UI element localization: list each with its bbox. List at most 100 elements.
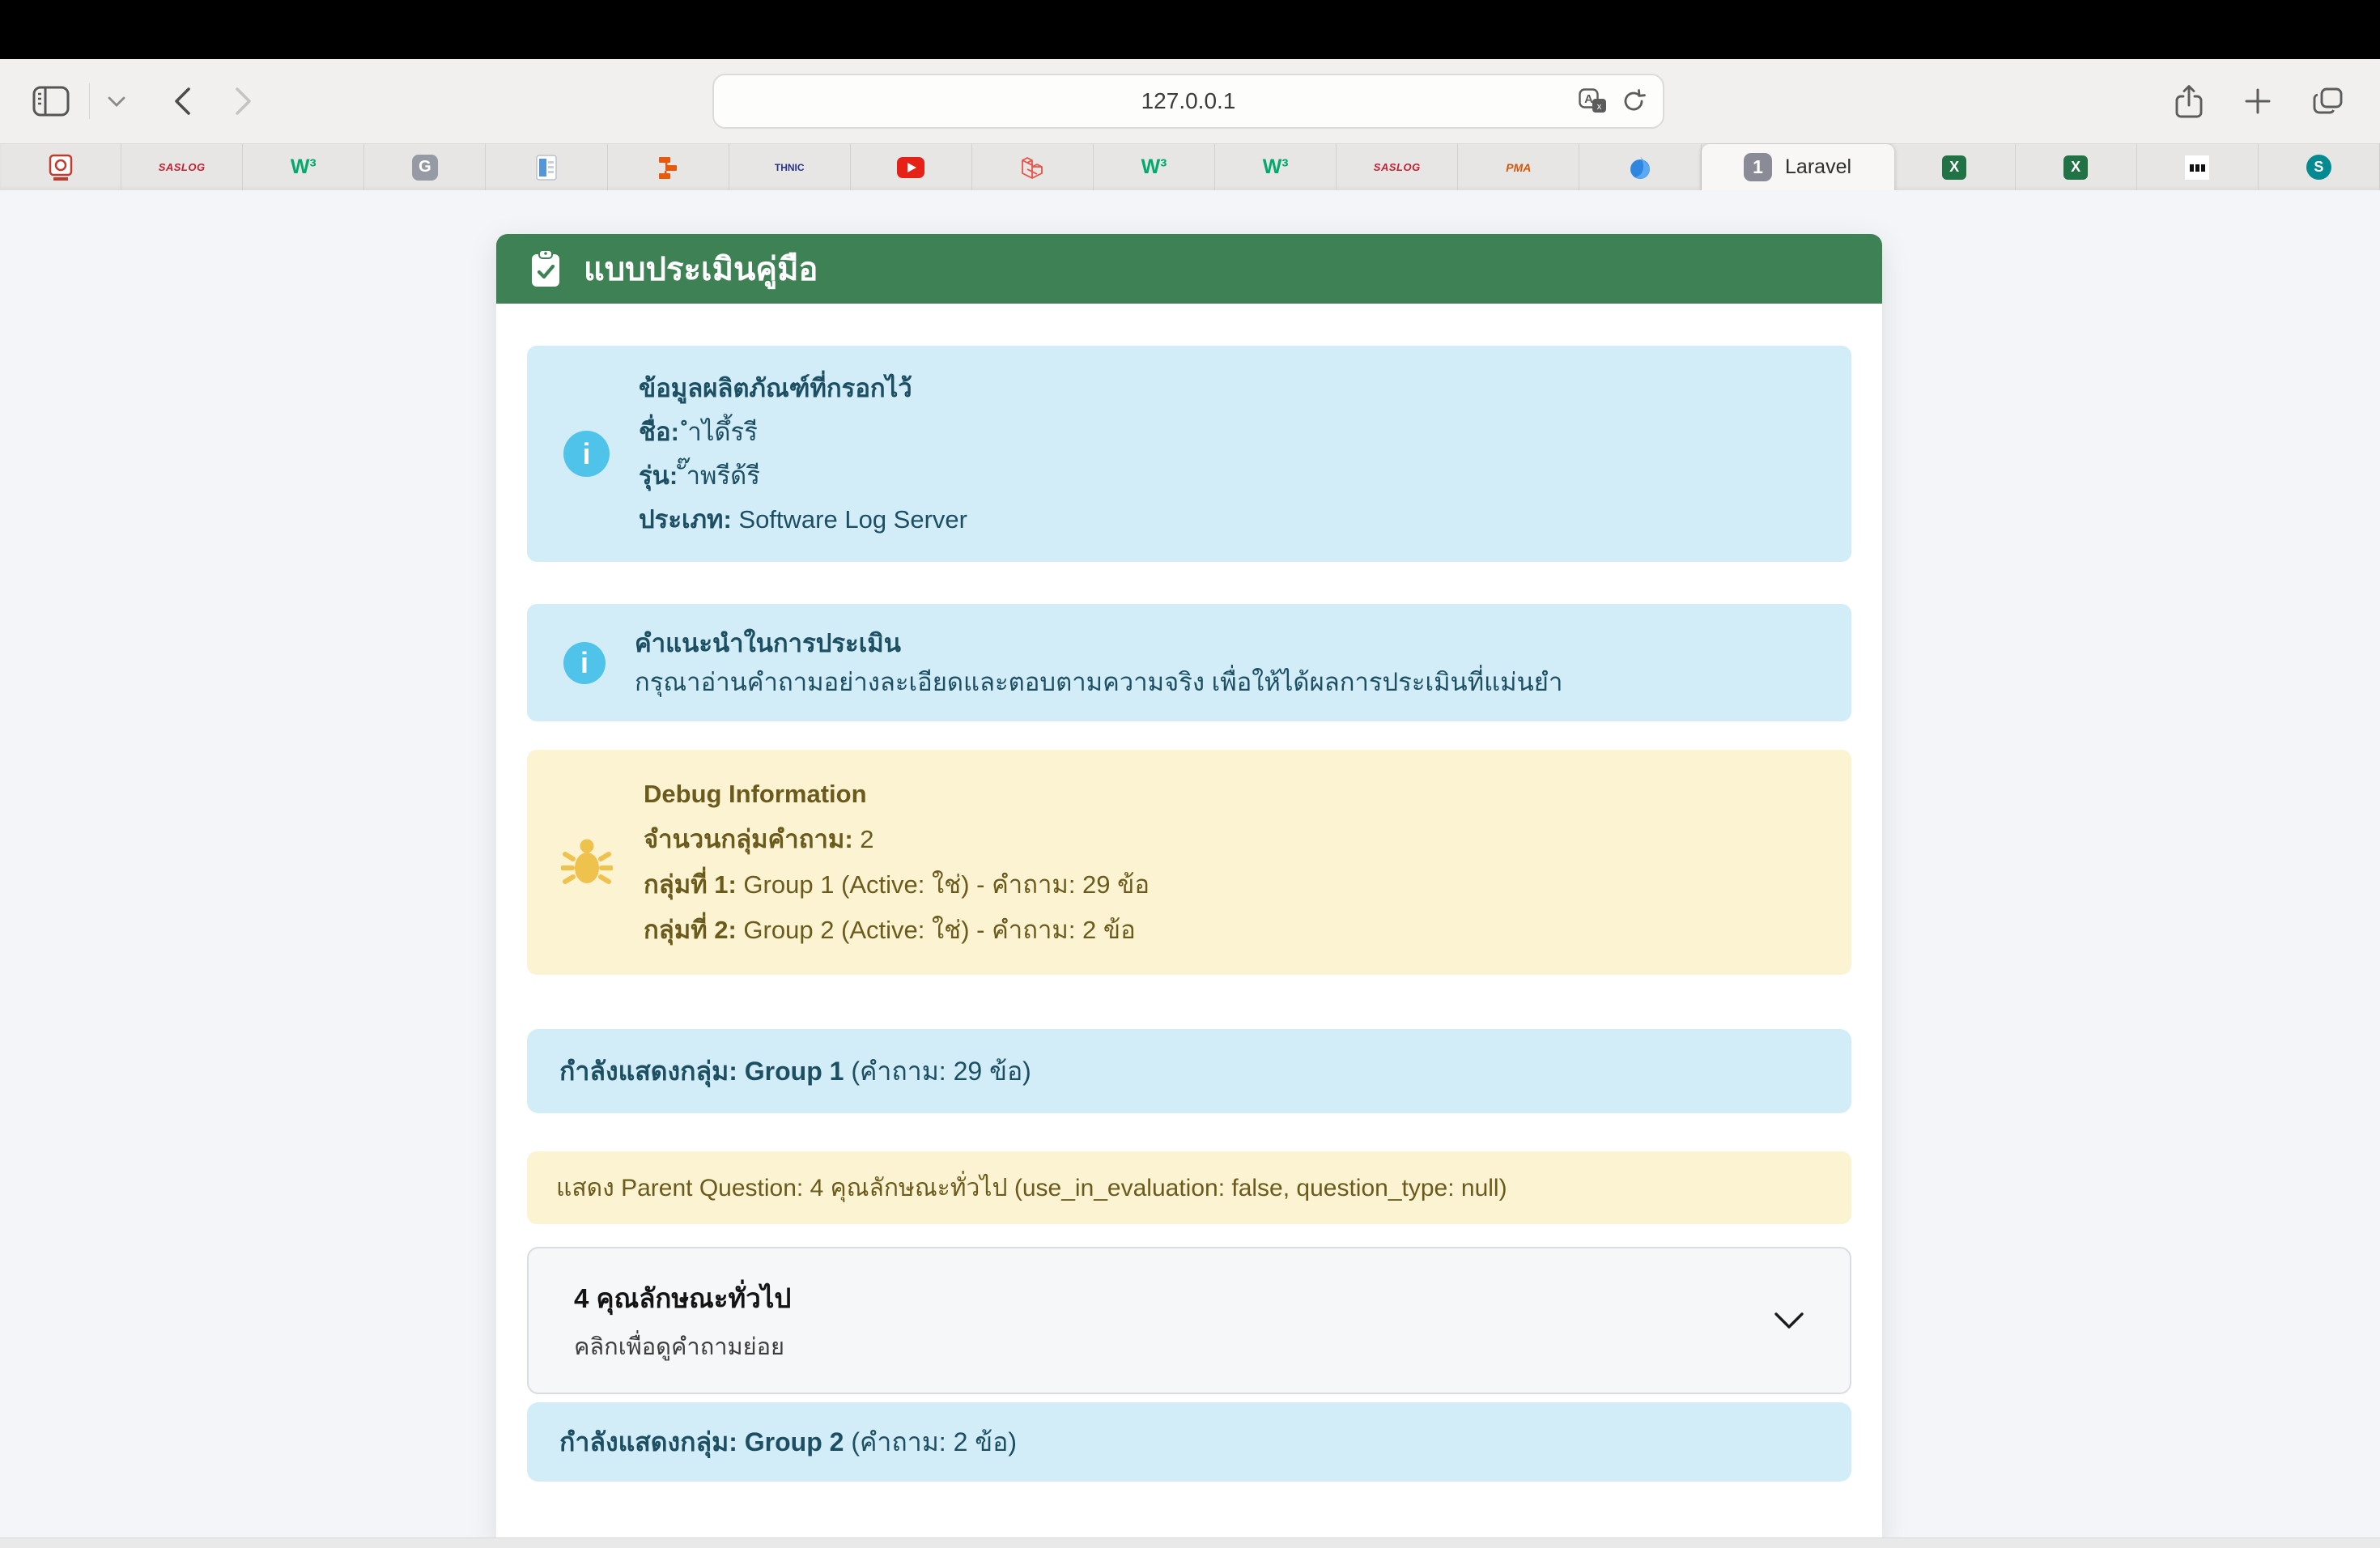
sidebar-toggle-button[interactable] [32, 86, 70, 117]
sidebar-dropdown-button[interactable] [108, 96, 125, 107]
tab[interactable]: S [2259, 144, 2380, 190]
new-tab-button[interactable] [2242, 86, 2273, 117]
group1-banner-rest: (คำถาม: 29 ข้อ) [844, 1051, 1031, 1092]
tab-active-laravel[interactable]: 1Laravel [1702, 144, 1894, 190]
tab[interactable]: SASLOG [121, 144, 243, 190]
product-info-title: ข้อมูลผลิตภัณฑ์ที่กรอกไว้ [639, 374, 912, 402]
tab[interactable] [972, 144, 1094, 190]
tab[interactable]: X [1894, 144, 2016, 190]
product-name-label: ชื่อ: [639, 418, 679, 446]
thnic-icon: THNIC [775, 162, 805, 173]
instructions-lines: คำแนะนำในการประเมิน กรุณาอ่านคำถามอย่างล… [635, 624, 1562, 702]
debug-title: Debug Information [644, 772, 1150, 817]
address-bar-icons: A x [1579, 75, 1647, 127]
blue-document-icon [536, 155, 557, 181]
question-group-accordion[interactable]: 4 คุณลักษณะทั่วไป คลิกเพื่อดูคำถามย่อย [527, 1247, 1851, 1394]
tab-strip: SASLOG W³ G THNIC W³ W³ SASLOG PMA 1Laravel X X S [0, 143, 2380, 190]
google-gray-icon: G [412, 155, 438, 181]
tab[interactable] [2137, 144, 2259, 190]
debug-group2-label: กลุ่มที่ 2: [644, 916, 737, 944]
page-viewport: แบบประเมินคู่มือ ข้อมูลผลิตภัณฑ์ที่กรอกไ… [0, 190, 2380, 1548]
debug-lines: Debug Information จำนวนกลุ่มคำถาม: 2 กลุ… [644, 772, 1150, 953]
parent-question-banner: แสดง Parent Question: 4 คุณลักษณะทั่วไป … [527, 1151, 1851, 1224]
back-button[interactable] [172, 86, 192, 117]
forward-button[interactable] [234, 86, 253, 117]
address-bar[interactable]: 127.0.0.1 A x [712, 74, 1664, 129]
tab[interactable]: SASLOG [1337, 144, 1458, 190]
reload-icon[interactable] [1621, 88, 1647, 114]
tab-overview-icon [2312, 87, 2344, 116]
clipboard-check-icon [529, 249, 563, 288]
tab[interactable]: X [2016, 144, 2137, 190]
window-bottom-edge [0, 1537, 2380, 1548]
card-body: ข้อมูลผลิตภัณฑ์ที่กรอกไว้ ชื่อ: ำไดึ้รรี… [496, 304, 1882, 1482]
macos-menubar [0, 0, 2380, 59]
dots-icon [2185, 155, 2209, 180]
group2-banner-rest: (คำถาม: 2 ข้อ) [844, 1422, 1017, 1463]
group2-banner: กำลังแสดงกลุ่ม: Group 2 (คำถาม: 2 ข้อ) [527, 1402, 1851, 1482]
card-header: แบบประเมินคู่มือ [496, 234, 1882, 304]
instructions-title: คำแนะนำในการประเมิน [635, 624, 1562, 663]
group1-banner: กำลังแสดงกลุ่ม: Group 1 (คำถาม: 29 ข้อ) [527, 1029, 1851, 1113]
instructions-body: กรุณาอ่านคำถามอย่างละเอียดและตอบตามความจ… [635, 663, 1562, 702]
product-name-value: ำไดึ้รรี [679, 418, 758, 446]
tab[interactable]: THNIC [729, 144, 851, 190]
phpmyadmin-icon: PMA [1506, 161, 1531, 174]
svg-text:A: A [1584, 92, 1593, 106]
accordion-title: 4 คุณลักษณะทั่วไป [574, 1277, 791, 1320]
chevron-down-icon [1774, 1312, 1804, 1330]
toolbar-left-group [32, 59, 253, 143]
share-button[interactable] [2174, 83, 2204, 119]
excel-icon: X [1942, 155, 1966, 180]
translate-icon[interactable]: A x [1579, 88, 1608, 114]
debug-count-label: จำนวนกลุ่มคำถาม: [644, 825, 853, 853]
debug-group1-label: กลุ่มที่ 1: [644, 870, 737, 899]
sidebar-icon [32, 86, 70, 117]
debug-group2-detail: Group 2 (Active: ใช่) - คำถาม: 2 ข้อ [737, 916, 1136, 944]
share-icon [2174, 83, 2204, 119]
url-text: 127.0.0.1 [1141, 88, 1236, 114]
thai-red-org-icon [49, 154, 73, 181]
plus-icon [2242, 86, 2273, 117]
info-icon [563, 431, 610, 477]
evaluation-form-card: แบบประเมินคู่มือ ข้อมูลผลิตภัณฑ์ที่กรอกไ… [496, 234, 1882, 1548]
debug-group1-detail: Group 1 (Active: ใช่) - คำถาม: 29 ข้อ [737, 870, 1150, 899]
tab[interactable] [486, 144, 607, 190]
tab[interactable] [608, 144, 729, 190]
saslog-icon: SASLOG [1374, 161, 1421, 173]
chevron-left-icon [172, 86, 192, 117]
parent-question-text: แสดง Parent Question: 4 คุณลักษณะทั่วไป … [556, 1169, 1507, 1207]
w3schools-icon: W³ [291, 155, 317, 179]
product-type-value: Software Log Server [732, 505, 967, 534]
tab-overview-button[interactable] [2312, 87, 2344, 116]
debug-count-value: 2 [853, 825, 874, 853]
chevron-down-icon [108, 96, 125, 107]
tab[interactable]: G [364, 144, 486, 190]
debug-info-box: Debug Information จำนวนกลุ่มคำถาม: 2 กลุ… [527, 750, 1851, 975]
numbered-1-icon: 1 [1744, 153, 1772, 181]
accordion-subtitle: คลิกเพื่อดูคำถามย่อย [574, 1328, 791, 1365]
product-type-label: ประเภท: [639, 505, 732, 534]
tab[interactable]: W³ [243, 144, 364, 190]
bug-icon [561, 836, 613, 889]
info-icon [563, 642, 606, 684]
youtube-icon [897, 157, 924, 178]
group1-banner-bold: กำลังแสดงกลุ่ม: Group 1 [559, 1051, 844, 1092]
accordion-text: 4 คุณลักษณะทั่วไป คลิกเพื่อดูคำถามย่อย [574, 1277, 791, 1365]
toolbar-right-group [2174, 59, 2344, 143]
tab[interactable] [0, 144, 121, 190]
tab[interactable] [851, 144, 972, 190]
tab[interactable]: W³ [1215, 144, 1337, 190]
w3schools-icon: W³ [1141, 155, 1167, 179]
w3schools-icon: W³ [1263, 155, 1289, 179]
blue-drop-icon [1628, 155, 1652, 180]
page-title: แบบประเมินคู่มือ [584, 243, 818, 295]
tab[interactable]: W³ [1094, 144, 1215, 190]
browser-toolbar: 127.0.0.1 A x [0, 59, 2380, 143]
chevron-right-icon [234, 86, 253, 117]
saslog-icon: SASLOG [159, 161, 206, 173]
laravel-outline-icon [1020, 155, 1044, 180]
tab[interactable]: PMA [1458, 144, 1579, 190]
tab[interactable] [1579, 144, 1701, 190]
sharepoint-icon: S [2306, 155, 2331, 180]
